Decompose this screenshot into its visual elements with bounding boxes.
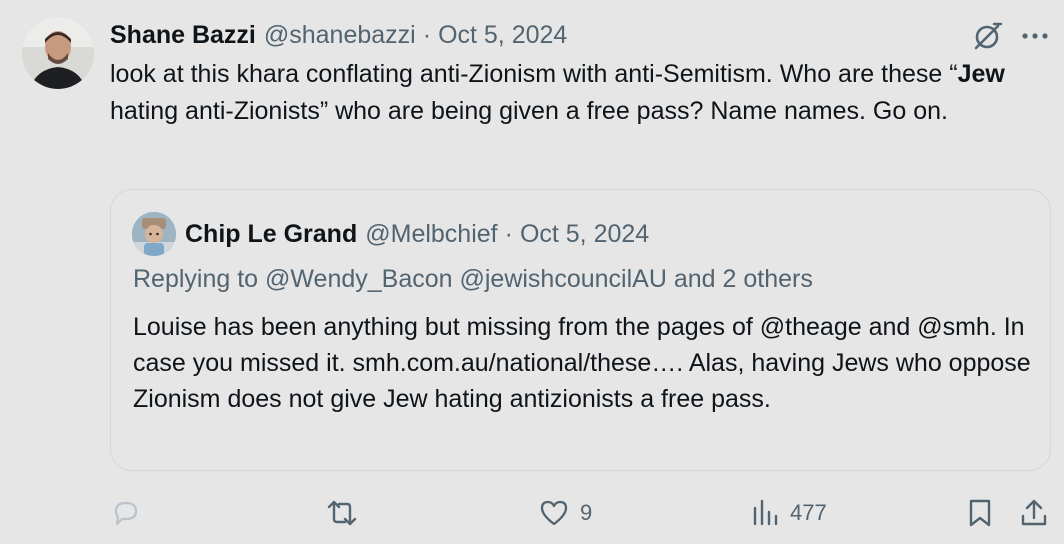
reply-button[interactable] — [110, 497, 142, 529]
bookmark-button[interactable] — [966, 497, 994, 529]
quoted-author-handle[interactable]: @Melbchief — [365, 220, 497, 249]
tweet-text-part: look at this khara conflating anti-Zioni… — [110, 60, 958, 88]
tweet-actions: 9 477 — [0, 495, 1064, 535]
like-count: 9 — [580, 500, 593, 525]
quoted-header-separator: · — [504, 219, 513, 248]
views-button[interactable]: 477 — [752, 497, 827, 529]
replying-to[interactable]: Replying to @Wendy_Bacon @jewishcouncilA… — [133, 265, 813, 294]
share-upload-icon — [1021, 499, 1047, 526]
speech-bubble-icon — [114, 501, 138, 526]
share-button[interactable] — [1018, 497, 1050, 529]
author-handle[interactable]: @shanebazzi — [264, 21, 416, 50]
author-avatar-image — [22, 17, 94, 89]
tweet-date[interactable]: Oct 5, 2024 — [438, 21, 567, 50]
heart-icon — [540, 500, 568, 526]
header-separator: · — [422, 20, 432, 49]
author-avatar[interactable] — [22, 17, 94, 89]
tweet-text-bold: Jew — [957, 60, 1005, 88]
like-button[interactable]: 9 — [538, 497, 592, 529]
bookmark-icon — [969, 499, 991, 527]
more-options-icon[interactable] — [1020, 28, 1050, 44]
bar-chart-icon — [753, 499, 778, 526]
tweet-text: look at this khara conflating anti-Zioni… — [110, 56, 1040, 130]
tweet-text-part: hating anti-Zionists” who are being give… — [110, 97, 948, 125]
quoted-tweet-text: Louise has been anything but missing fro… — [133, 313, 1031, 413]
quoted-tweet-header: Chip Le Grand @Melbchief · Oct 5, 2024 — [185, 216, 649, 252]
grok-icon[interactable] — [970, 20, 1004, 54]
quoted-author-name[interactable]: Chip Le Grand — [185, 220, 357, 249]
retweet-arrows-icon — [327, 500, 357, 526]
views-count: 477 — [790, 500, 827, 525]
tweet-header: Shane Bazzi @shanebazzi · Oct 5, 2024 — [110, 18, 567, 52]
author-name[interactable]: Shane Bazzi — [110, 21, 256, 50]
quoted-author-avatar[interactable] — [132, 212, 176, 256]
retweet-button[interactable] — [325, 497, 359, 529]
quoted-tweet-date[interactable]: Oct 5, 2024 — [520, 220, 649, 249]
quoted-tweet[interactable]: Chip Le Grand @Melbchief · Oct 5, 2024 R… — [110, 189, 1051, 471]
quoted-avatar-image — [132, 212, 176, 256]
